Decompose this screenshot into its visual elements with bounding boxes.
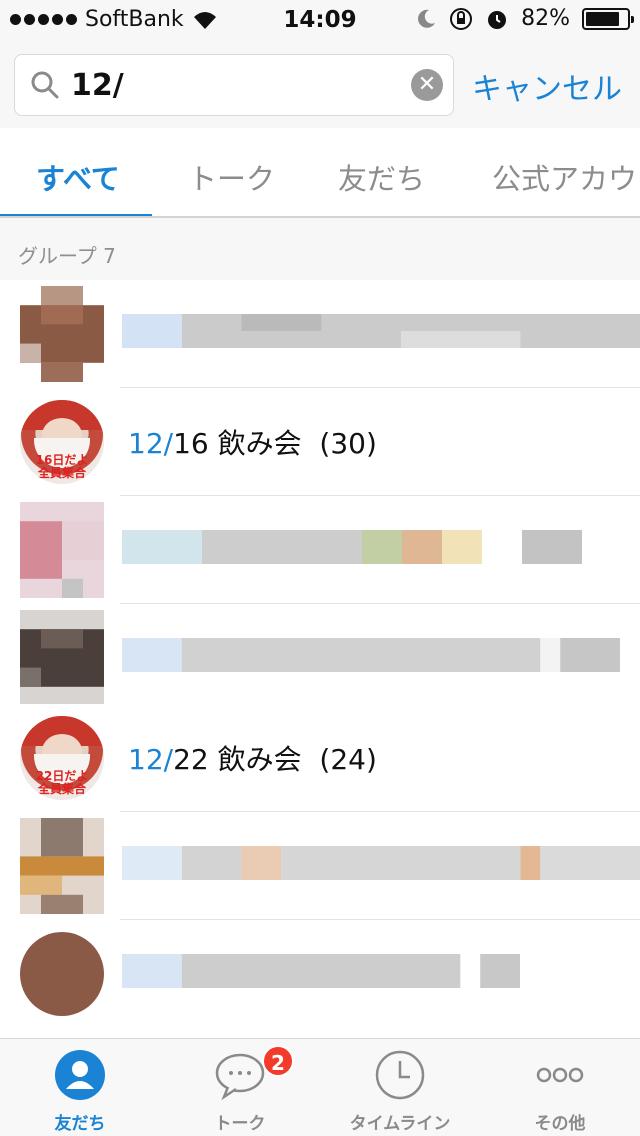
- pixelated-avatar: [20, 502, 104, 598]
- group-avatar: 22日だよ 全員集合: [20, 716, 104, 800]
- clock-icon: [375, 1050, 425, 1100]
- filter-tabs: すべて トーク 友だち 公式アカウント: [0, 128, 640, 218]
- rotation-lock-icon: [450, 7, 473, 30]
- status-bar: SoftBank 14:09 82%: [0, 0, 640, 40]
- search-query-text: 12/: [71, 68, 124, 103]
- tab-talk[interactable]: トーク: [188, 156, 275, 198]
- chat-bubble-icon: [215, 1053, 265, 1101]
- nav-friends[interactable]: 友だち: [0, 1039, 160, 1136]
- group-avatar: 16日だよ 全員集合: [20, 400, 104, 484]
- group-name: 12/16 飲み会 (30): [128, 422, 377, 462]
- unread-badge: 2: [262, 1045, 294, 1077]
- pixelated-text: [122, 954, 520, 988]
- moon-icon: [418, 9, 436, 28]
- group-name-rest: 16 飲み会: [173, 427, 302, 460]
- group-name-rest: 22 飲み会: [173, 743, 302, 776]
- battery-icon: [582, 7, 634, 30]
- search-results: グループ 7 16日だよ 全員集合 12/16 飲み会 (30) 22日だよ 全…: [0, 218, 640, 1038]
- pixelated-avatar: [20, 932, 104, 1016]
- search-input[interactable]: 12/ ✕: [14, 54, 454, 116]
- nav-timeline[interactable]: タイムライン: [320, 1039, 480, 1136]
- avatar-text: 16日だよ 全員集合: [35, 453, 89, 480]
- alarm-icon: [488, 10, 507, 29]
- search-bar-row: 12/ ✕ キャンセル: [0, 40, 640, 128]
- section-header-groups: グループ 7: [0, 218, 640, 284]
- list-item[interactable]: [0, 604, 640, 712]
- list-item[interactable]: [0, 812, 640, 920]
- nav-label: その他: [534, 1114, 586, 1134]
- member-count: (24): [319, 743, 377, 776]
- tab-friends[interactable]: 友だち: [338, 156, 425, 198]
- pixelated-text: [122, 638, 620, 672]
- list-item[interactable]: [0, 920, 640, 1028]
- pixelated-text: [122, 846, 640, 880]
- pixelated-avatar: [20, 286, 104, 382]
- nav-label: タイムライン: [349, 1114, 451, 1134]
- avatar-text: 22日だよ 全員集合: [35, 769, 89, 796]
- nav-label: トーク: [214, 1114, 266, 1134]
- tab-official-accounts[interactable]: 公式アカウント: [492, 156, 640, 198]
- member-count: (30): [319, 427, 377, 460]
- pixelated-text: [122, 314, 640, 348]
- search-highlight: 12/: [128, 743, 174, 776]
- group-name: 12/22 飲み会 (24): [128, 738, 377, 778]
- tab-all[interactable]: すべて: [36, 156, 120, 198]
- more-dots-icon: [536, 1067, 584, 1083]
- person-icon: [55, 1050, 105, 1100]
- list-item[interactable]: 16日だよ 全員集合 12/16 飲み会 (30): [0, 388, 640, 496]
- pixelated-text: [122, 530, 582, 564]
- list-item[interactable]: [0, 496, 640, 604]
- search-icon: [31, 71, 59, 99]
- battery-percent: 82%: [521, 6, 570, 31]
- pixelated-avatar: [20, 610, 104, 706]
- nav-more[interactable]: その他: [480, 1039, 640, 1136]
- bottom-tab-bar: 友だち 2 トーク タイムライン その他: [0, 1038, 640, 1136]
- pixelated-avatar: [20, 818, 104, 914]
- clear-search-icon[interactable]: ✕: [411, 69, 443, 101]
- list-item[interactable]: [0, 280, 640, 388]
- search-highlight: 12/: [128, 427, 174, 460]
- cancel-button[interactable]: キャンセル: [472, 64, 622, 108]
- nav-label: 友だち: [54, 1114, 106, 1134]
- list-item[interactable]: 22日だよ 全員集合 12/22 飲み会 (24): [0, 704, 640, 812]
- battery-fill: [586, 11, 619, 26]
- nav-talk[interactable]: 2 トーク: [160, 1039, 320, 1136]
